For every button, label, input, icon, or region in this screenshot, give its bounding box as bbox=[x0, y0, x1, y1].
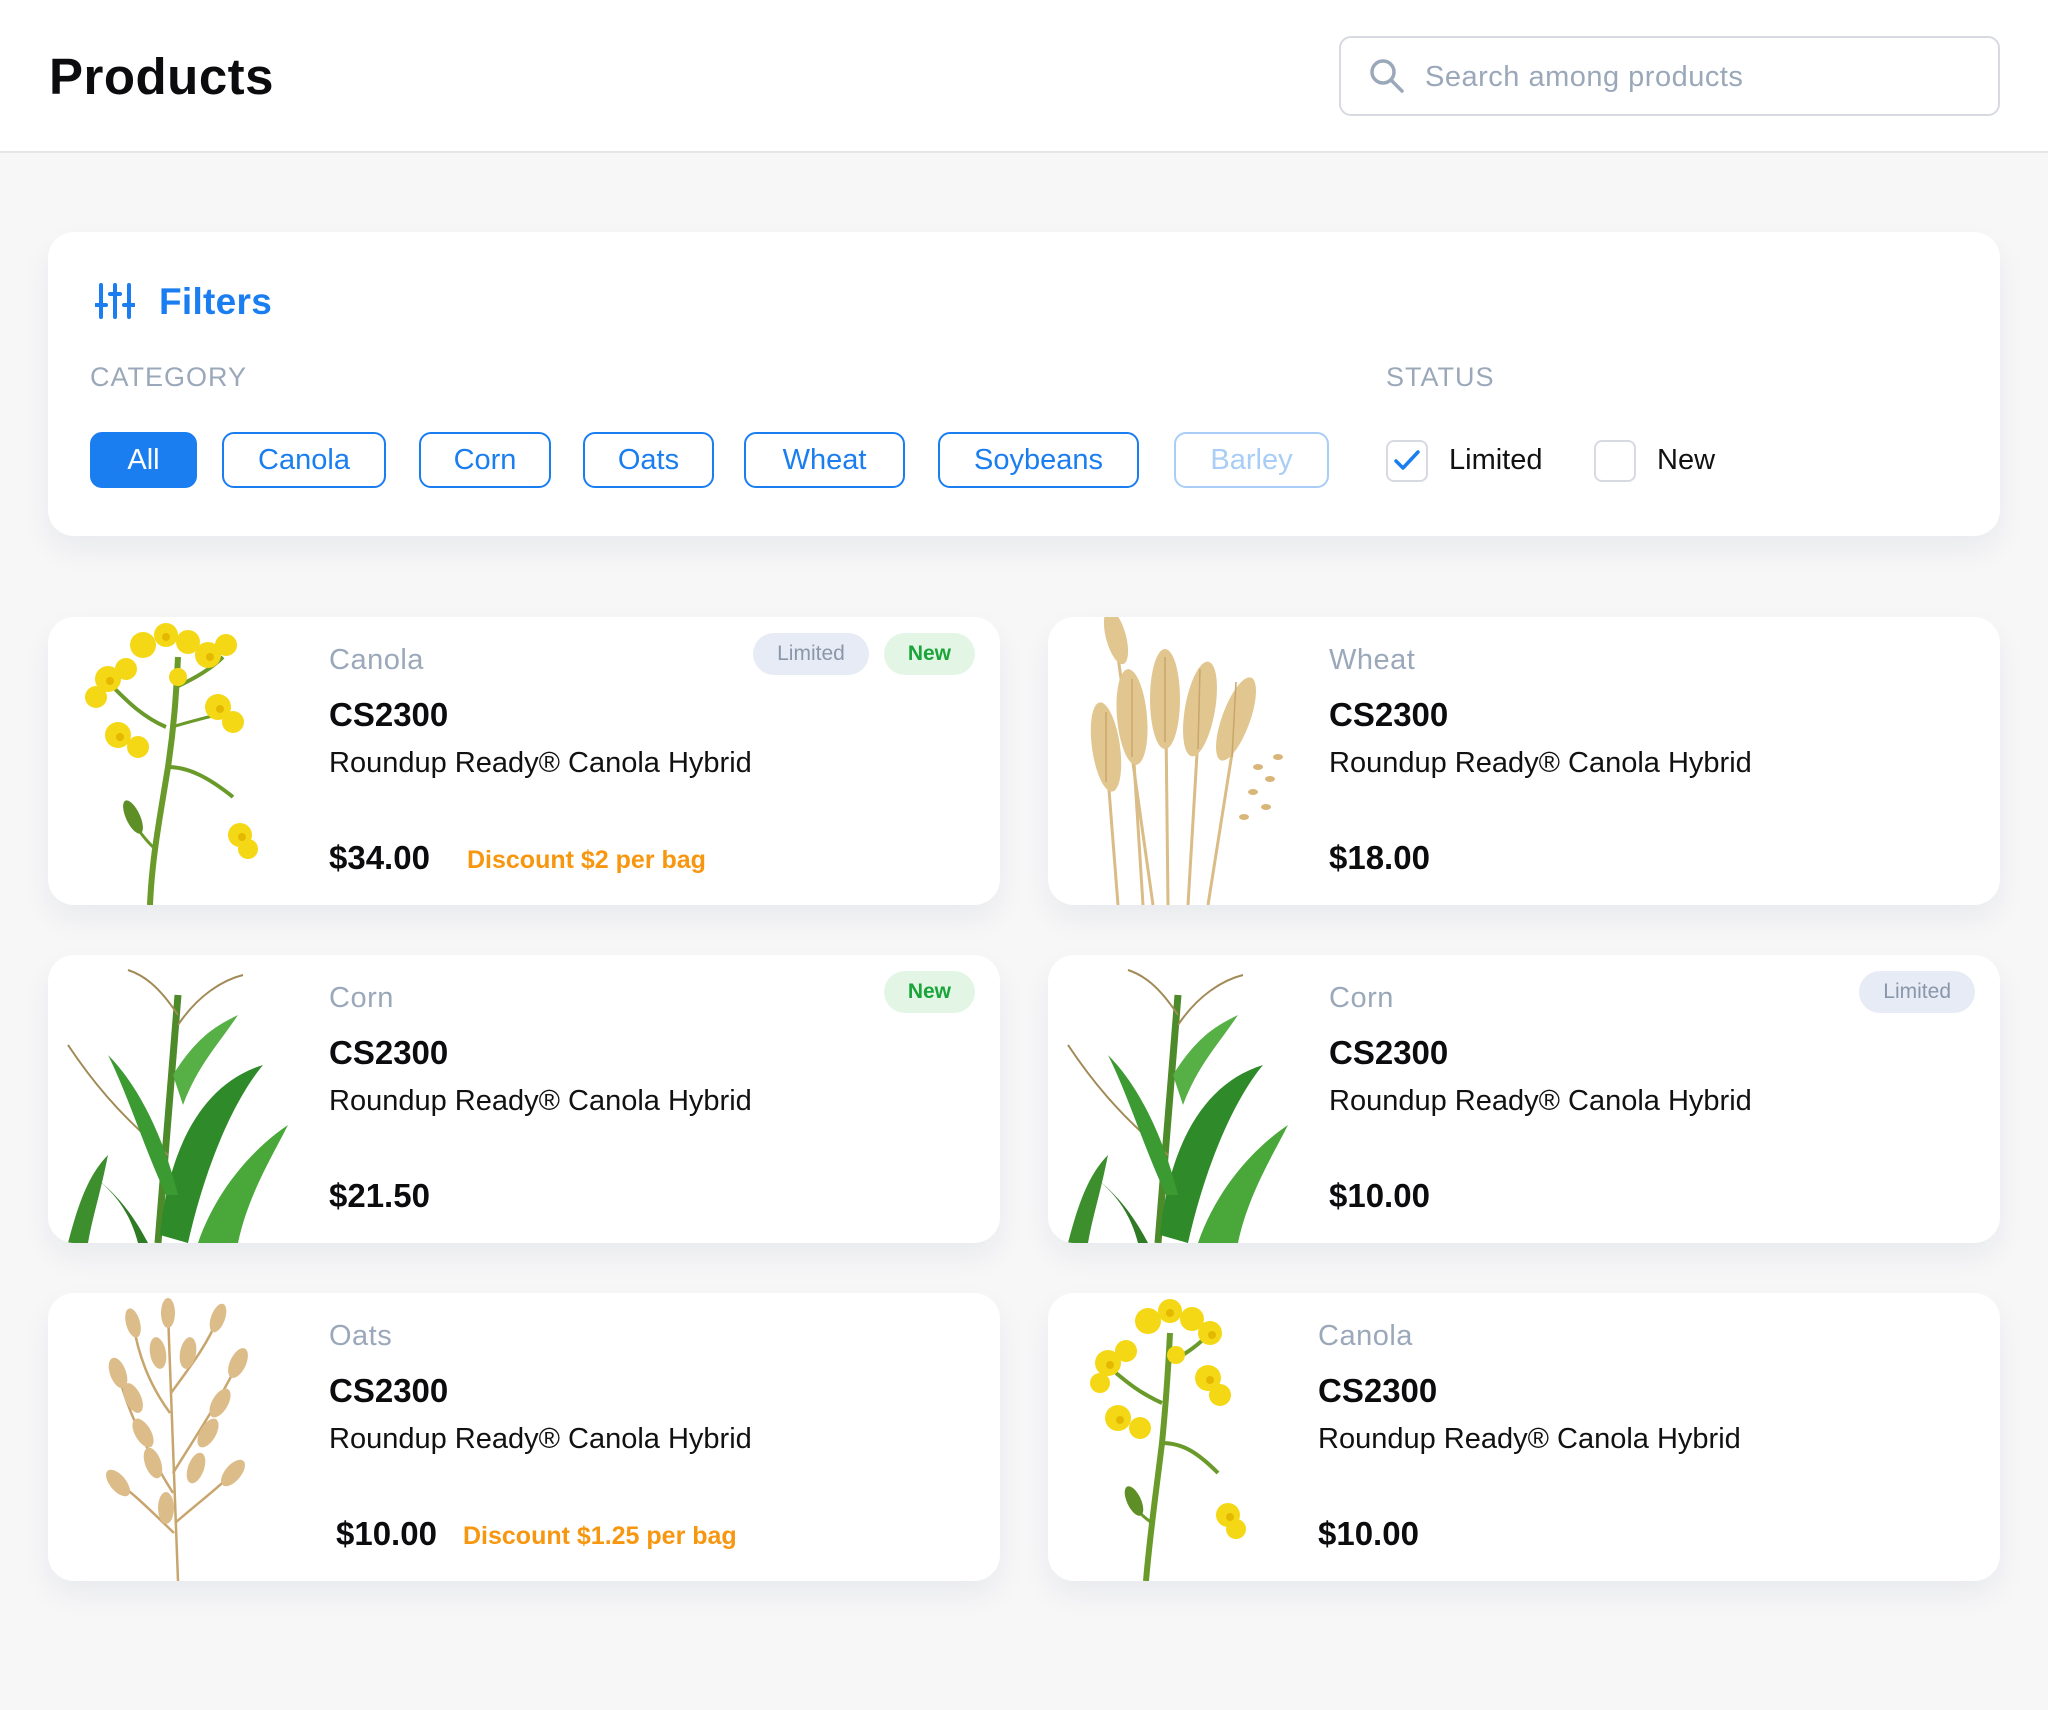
product-card[interactable]: Canola CS2300 Roundup Ready® Canola Hybr… bbox=[48, 617, 1000, 905]
search-input[interactable] bbox=[1425, 50, 1985, 104]
category-chip-canola[interactable]: Canola bbox=[222, 432, 386, 488]
search-icon bbox=[1370, 59, 1404, 93]
product-discount: Discount $1.25 per bag bbox=[463, 1522, 737, 1550]
product-code: CS2300 bbox=[329, 1034, 449, 1071]
corn-plant-image bbox=[1067, 969, 1288, 1243]
canola-flower-image bbox=[1090, 1299, 1246, 1581]
limited-badge: Limited bbox=[753, 633, 869, 675]
product-card[interactable]: Corn CS2300 Roundup Ready® Canola Hybrid… bbox=[48, 955, 1000, 1243]
filters-title: Filters bbox=[159, 281, 273, 322]
category-label: CATEGORY bbox=[90, 362, 248, 392]
category-chip-corn[interactable]: Corn bbox=[419, 432, 551, 488]
product-category: Wheat bbox=[1329, 644, 1416, 676]
product-discount: Discount $2 per bag bbox=[467, 846, 706, 874]
category-chip-wheat[interactable]: Wheat bbox=[744, 432, 905, 488]
product-code: CS2300 bbox=[1318, 1372, 1438, 1409]
product-category: Corn bbox=[329, 982, 394, 1014]
product-category: Oats bbox=[329, 1320, 393, 1352]
category-chip-soybeans[interactable]: Soybeans bbox=[938, 432, 1139, 488]
category-chip-oats[interactable]: Oats bbox=[583, 432, 714, 488]
new-label: New bbox=[1657, 444, 1716, 476]
product-info: Corn CS2300 Roundup Ready® Canola Hybrid… bbox=[329, 955, 980, 1243]
product-price: $21.50 bbox=[329, 1177, 430, 1214]
product-code: CS2300 bbox=[329, 1372, 449, 1409]
checkmark-icon bbox=[1394, 450, 1420, 470]
product-price: $18.00 bbox=[1329, 839, 1430, 876]
product-category: Corn bbox=[1329, 982, 1394, 1014]
product-price: $10.00 bbox=[1318, 1515, 1419, 1552]
badge-group: Limited New bbox=[753, 633, 975, 675]
product-card[interactable]: Wheat CS2300 Roundup Ready® Canola Hybri… bbox=[1048, 617, 2000, 905]
category-chip-barley[interactable]: Barley bbox=[1174, 432, 1329, 488]
product-category: Canola bbox=[329, 644, 424, 676]
limited-label: Limited bbox=[1449, 444, 1543, 476]
search-box[interactable] bbox=[1339, 36, 2000, 116]
product-card[interactable]: Canola CS2300 Roundup Ready® Canola Hybr… bbox=[1048, 1293, 2000, 1581]
wheat-ears-image bbox=[1090, 617, 1283, 905]
sliders-icon bbox=[95, 283, 135, 319]
product-price: $34.00 bbox=[329, 839, 430, 876]
product-info: Wheat CS2300 Roundup Ready® Canola Hybri… bbox=[1329, 617, 1980, 905]
top-bar: Products bbox=[0, 0, 2048, 153]
limited-checkbox[interactable] bbox=[1386, 440, 1428, 482]
product-description: Roundup Ready® Canola Hybrid bbox=[329, 1085, 752, 1117]
product-price: $10.00 bbox=[336, 1515, 437, 1552]
canola-flower-image bbox=[85, 623, 258, 905]
product-description: Roundup Ready® Canola Hybrid bbox=[329, 1423, 752, 1455]
new-badge: New bbox=[883, 971, 975, 1013]
badge-group: New bbox=[883, 971, 975, 1013]
new-checkbox[interactable] bbox=[1594, 440, 1636, 482]
page-title: Products bbox=[49, 48, 275, 105]
product-code: CS2300 bbox=[1329, 696, 1449, 733]
category-chip-all[interactable]: All bbox=[90, 432, 197, 488]
badge-group: Limited bbox=[1859, 971, 1975, 1013]
filters-panel: Filters CATEGORY STATUS All Canola Corn … bbox=[48, 232, 2000, 536]
product-info: Oats CS2300 Roundup Ready® Canola Hybrid… bbox=[329, 1293, 980, 1581]
limited-badge: Limited bbox=[1859, 971, 1975, 1013]
product-price: $10.00 bbox=[1329, 1177, 1430, 1214]
product-code: CS2300 bbox=[329, 696, 449, 733]
product-code: CS2300 bbox=[1329, 1034, 1449, 1071]
product-description: Roundup Ready® Canola Hybrid bbox=[1329, 1085, 1752, 1117]
product-description: Roundup Ready® Canola Hybrid bbox=[329, 747, 752, 779]
product-card[interactable]: Oats CS2300 Roundup Ready® Canola Hybrid… bbox=[48, 1293, 1000, 1581]
new-badge: New bbox=[883, 633, 975, 675]
product-info: Canola CS2300 Roundup Ready® Canola Hybr… bbox=[1318, 1293, 1980, 1581]
product-description: Roundup Ready® Canola Hybrid bbox=[1318, 1423, 1741, 1455]
oat-stalks-image bbox=[106, 1298, 248, 1581]
status-label: STATUS bbox=[1386, 362, 1495, 392]
product-card[interactable]: Corn CS2300 Roundup Ready® Canola Hybrid… bbox=[1048, 955, 2000, 1243]
product-category: Canola bbox=[1318, 1320, 1413, 1352]
corn-plant-image bbox=[67, 969, 288, 1243]
product-description: Roundup Ready® Canola Hybrid bbox=[1329, 747, 1752, 779]
